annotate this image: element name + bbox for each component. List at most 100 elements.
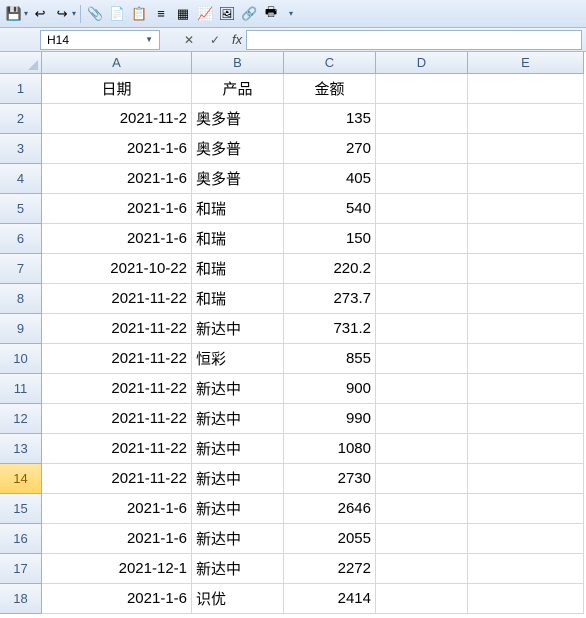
cell-C7[interactable]: 220.2 bbox=[284, 254, 376, 284]
cell-C5[interactable]: 540 bbox=[284, 194, 376, 224]
cell-C16[interactable]: 2055 bbox=[284, 524, 376, 554]
cell-C11[interactable]: 900 bbox=[284, 374, 376, 404]
cell-D11[interactable] bbox=[376, 374, 468, 404]
cell-A10[interactable]: 2021-11-22 bbox=[42, 344, 192, 374]
cell-C9[interactable]: 731.2 bbox=[284, 314, 376, 344]
chevron-down-icon[interactable]: ▾ bbox=[72, 9, 76, 18]
fx-icon[interactable]: fx bbox=[232, 32, 242, 47]
cell-A6[interactable]: 2021-1-6 bbox=[42, 224, 192, 254]
cell-B15[interactable]: 新达中 bbox=[192, 494, 284, 524]
column-header-B[interactable]: B bbox=[192, 52, 284, 74]
cell-E4[interactable] bbox=[468, 164, 584, 194]
row-header-10[interactable]: 10 bbox=[0, 344, 42, 374]
cell-B6[interactable]: 和瑞 bbox=[192, 224, 284, 254]
cell-E1[interactable] bbox=[468, 74, 584, 104]
cell-E3[interactable] bbox=[468, 134, 584, 164]
cell-B17[interactable]: 新达中 bbox=[192, 554, 284, 584]
cell-A16[interactable]: 2021-1-6 bbox=[42, 524, 192, 554]
cell-E2[interactable] bbox=[468, 104, 584, 134]
cell-A8[interactable]: 2021-11-22 bbox=[42, 284, 192, 314]
format-icon[interactable]: ≡ bbox=[151, 4, 171, 24]
cell-B2[interactable]: 奥多普 bbox=[192, 104, 284, 134]
cell-A3[interactable]: 2021-1-6 bbox=[42, 134, 192, 164]
cell-E10[interactable] bbox=[468, 344, 584, 374]
cell-E12[interactable] bbox=[468, 404, 584, 434]
cell-D9[interactable] bbox=[376, 314, 468, 344]
cell-C17[interactable]: 2272 bbox=[284, 554, 376, 584]
cell-B14[interactable]: 新达中 bbox=[192, 464, 284, 494]
cell-C14[interactable]: 2730 bbox=[284, 464, 376, 494]
row-header-15[interactable]: 15 bbox=[0, 494, 42, 524]
row-header-12[interactable]: 12 bbox=[0, 404, 42, 434]
redo-icon[interactable]: ↪ bbox=[52, 4, 72, 24]
cell-E5[interactable] bbox=[468, 194, 584, 224]
cell-A9[interactable]: 2021-11-22 bbox=[42, 314, 192, 344]
row-header-7[interactable]: 7 bbox=[0, 254, 42, 284]
chart-icon[interactable]: 📈 bbox=[195, 4, 215, 24]
undo-icon[interactable]: ↩ bbox=[30, 4, 50, 24]
cell-E17[interactable] bbox=[468, 554, 584, 584]
cell-A15[interactable]: 2021-1-6 bbox=[42, 494, 192, 524]
row-header-13[interactable]: 13 bbox=[0, 434, 42, 464]
cell-D7[interactable] bbox=[376, 254, 468, 284]
cell-B16[interactable]: 新达中 bbox=[192, 524, 284, 554]
cell-A18[interactable]: 2021-1-6 bbox=[42, 584, 192, 614]
cell-E9[interactable] bbox=[468, 314, 584, 344]
row-header-16[interactable]: 16 bbox=[0, 524, 42, 554]
paste-icon[interactable]: 📋 bbox=[129, 4, 149, 24]
cell-C8[interactable]: 273.7 bbox=[284, 284, 376, 314]
cell-A11[interactable]: 2021-11-22 bbox=[42, 374, 192, 404]
cell-D18[interactable] bbox=[376, 584, 468, 614]
cell-B9[interactable]: 新达中 bbox=[192, 314, 284, 344]
cancel-icon[interactable]: ✕ bbox=[180, 31, 198, 49]
cell-E16[interactable] bbox=[468, 524, 584, 554]
cell-B18[interactable]: 识优 bbox=[192, 584, 284, 614]
customize-toolbar-icon[interactable]: ▾ bbox=[289, 9, 293, 18]
attach-icon[interactable]: 📎 bbox=[85, 4, 105, 24]
cell-A4[interactable]: 2021-1-6 bbox=[42, 164, 192, 194]
cell-A13[interactable]: 2021-11-22 bbox=[42, 434, 192, 464]
cell-C6[interactable]: 150 bbox=[284, 224, 376, 254]
cell-E11[interactable] bbox=[468, 374, 584, 404]
cell-D6[interactable] bbox=[376, 224, 468, 254]
cell-B8[interactable]: 和瑞 bbox=[192, 284, 284, 314]
cell-C2[interactable]: 135 bbox=[284, 104, 376, 134]
cell-E6[interactable] bbox=[468, 224, 584, 254]
table-icon[interactable]: ▦ bbox=[173, 4, 193, 24]
cell-E18[interactable] bbox=[468, 584, 584, 614]
row-header-17[interactable]: 17 bbox=[0, 554, 42, 584]
cell-B1[interactable]: 产品 bbox=[192, 74, 284, 104]
cell-C3[interactable]: 270 bbox=[284, 134, 376, 164]
cell-D13[interactable] bbox=[376, 434, 468, 464]
cell-B3[interactable]: 奥多普 bbox=[192, 134, 284, 164]
column-header-D[interactable]: D bbox=[376, 52, 468, 74]
cell-E15[interactable] bbox=[468, 494, 584, 524]
cell-C4[interactable]: 405 bbox=[284, 164, 376, 194]
cell-D17[interactable] bbox=[376, 554, 468, 584]
chevron-down-icon[interactable]: ▼ bbox=[145, 35, 153, 44]
cell-D2[interactable] bbox=[376, 104, 468, 134]
cell-A1[interactable]: 日期 bbox=[42, 74, 192, 104]
cell-B12[interactable]: 新达中 bbox=[192, 404, 284, 434]
cell-B13[interactable]: 新达中 bbox=[192, 434, 284, 464]
cell-C12[interactable]: 990 bbox=[284, 404, 376, 434]
cell-E14[interactable] bbox=[468, 464, 584, 494]
cell-A14[interactable]: 2021-11-22 bbox=[42, 464, 192, 494]
row-header-3[interactable]: 3 bbox=[0, 134, 42, 164]
column-header-C[interactable]: C bbox=[284, 52, 376, 74]
cell-B5[interactable]: 和瑞 bbox=[192, 194, 284, 224]
select-all-corner[interactable] bbox=[0, 52, 42, 74]
row-header-6[interactable]: 6 bbox=[0, 224, 42, 254]
cell-C18[interactable]: 2414 bbox=[284, 584, 376, 614]
cell-A2[interactable]: 2021-11-2 bbox=[42, 104, 192, 134]
row-header-14[interactable]: 14 bbox=[0, 464, 42, 494]
cell-D16[interactable] bbox=[376, 524, 468, 554]
cell-A12[interactable]: 2021-11-22 bbox=[42, 404, 192, 434]
cell-E8[interactable] bbox=[468, 284, 584, 314]
row-header-4[interactable]: 4 bbox=[0, 164, 42, 194]
cell-D12[interactable] bbox=[376, 404, 468, 434]
cell-D10[interactable] bbox=[376, 344, 468, 374]
save-icon[interactable]: 💾 bbox=[4, 4, 24, 24]
cell-E7[interactable] bbox=[468, 254, 584, 284]
cell-D15[interactable] bbox=[376, 494, 468, 524]
